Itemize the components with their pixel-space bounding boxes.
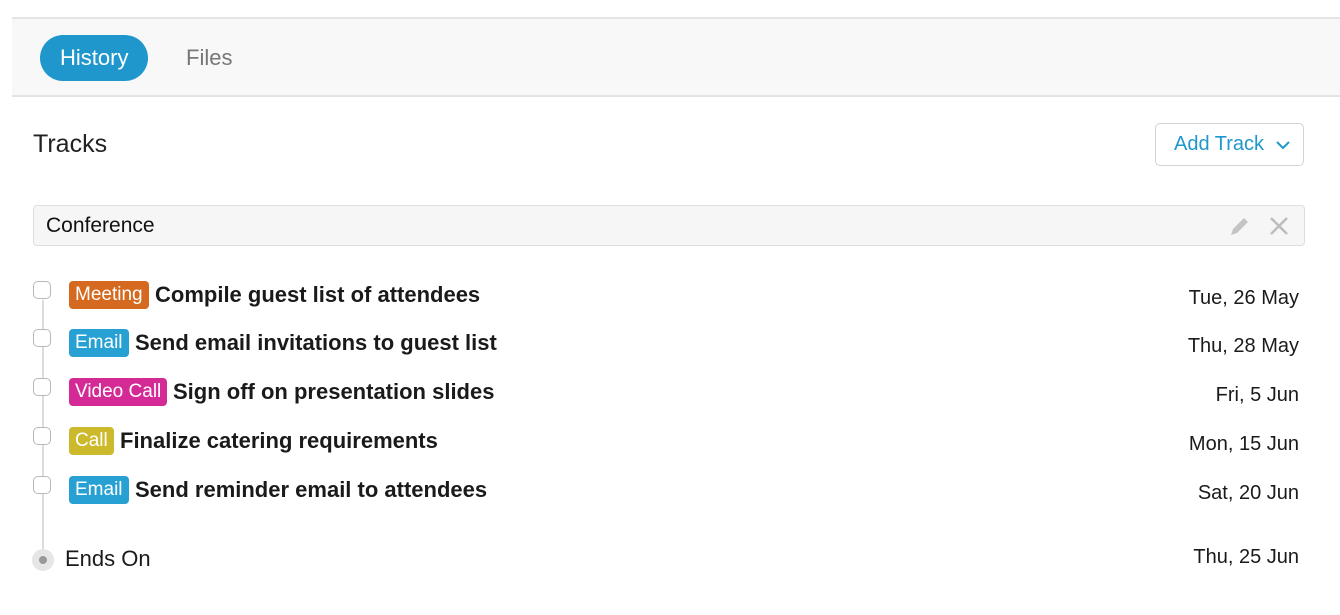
task-title[interactable]: Send email invitations to guest list: [135, 329, 497, 357]
task-checkbox[interactable]: [33, 329, 51, 347]
task-title[interactable]: Finalize catering requirements: [120, 427, 438, 455]
task-checkbox[interactable]: [33, 378, 51, 396]
chevron-down-icon: [1276, 140, 1290, 149]
task-row: Meeting Compile guest list of attendees Tu…: [0, 281, 1340, 311]
task-row: Email Send reminder email to attendees Sat…: [0, 476, 1340, 506]
task-date: Sat, 20 Jun: [1197, 482, 1299, 504]
task-row: Video Call Sign off on presentation slide…: [0, 378, 1340, 408]
pencil-icon[interactable]: [1227, 215, 1251, 239]
ends-on-label: Ends On: [65, 546, 151, 571]
task-type-badge: Email: [69, 329, 129, 357]
task-checkbox[interactable]: [33, 476, 51, 494]
task-date: Thu, 28 May: [1187, 335, 1299, 357]
task-title[interactable]: Sign off on presentation slides: [173, 378, 494, 406]
task-row: Email Send email invitations to guest lis…: [0, 329, 1340, 359]
track-group-header: Conference: [33, 205, 1305, 246]
task-type-badge: Email: [69, 476, 129, 504]
close-icon[interactable]: [1268, 215, 1290, 237]
tab-bar: History Files: [12, 17, 1340, 97]
add-track-button[interactable]: Add Track: [1155, 123, 1304, 166]
task-type-badge: Video Call: [69, 378, 168, 406]
task-row: Call Finalize catering requirements Mon, 1…: [0, 427, 1340, 457]
end-marker-icon: [32, 549, 54, 571]
tab-history[interactable]: History: [40, 35, 149, 81]
section-title: Tracks: [33, 130, 108, 158]
task-checkbox[interactable]: [33, 281, 51, 299]
task-title[interactable]: Send reminder email to attendees: [135, 476, 487, 504]
add-track-label: Add Track: [1174, 133, 1265, 155]
task-type-badge: Call: [69, 427, 114, 455]
task-date: Tue, 26 May: [1188, 287, 1299, 309]
task-title[interactable]: Compile guest list of attendees: [155, 281, 480, 309]
task-date: Mon, 15 Jun: [1188, 433, 1299, 455]
task-type-badge: Meeting: [69, 281, 149, 309]
task-date: Fri, 5 Jun: [1215, 384, 1299, 406]
ends-on-date: Thu, 25 Jun: [1193, 546, 1299, 568]
task-checkbox[interactable]: [33, 427, 51, 445]
tab-files[interactable]: Files: [166, 35, 252, 81]
track-group-name: Conference: [46, 214, 155, 237]
